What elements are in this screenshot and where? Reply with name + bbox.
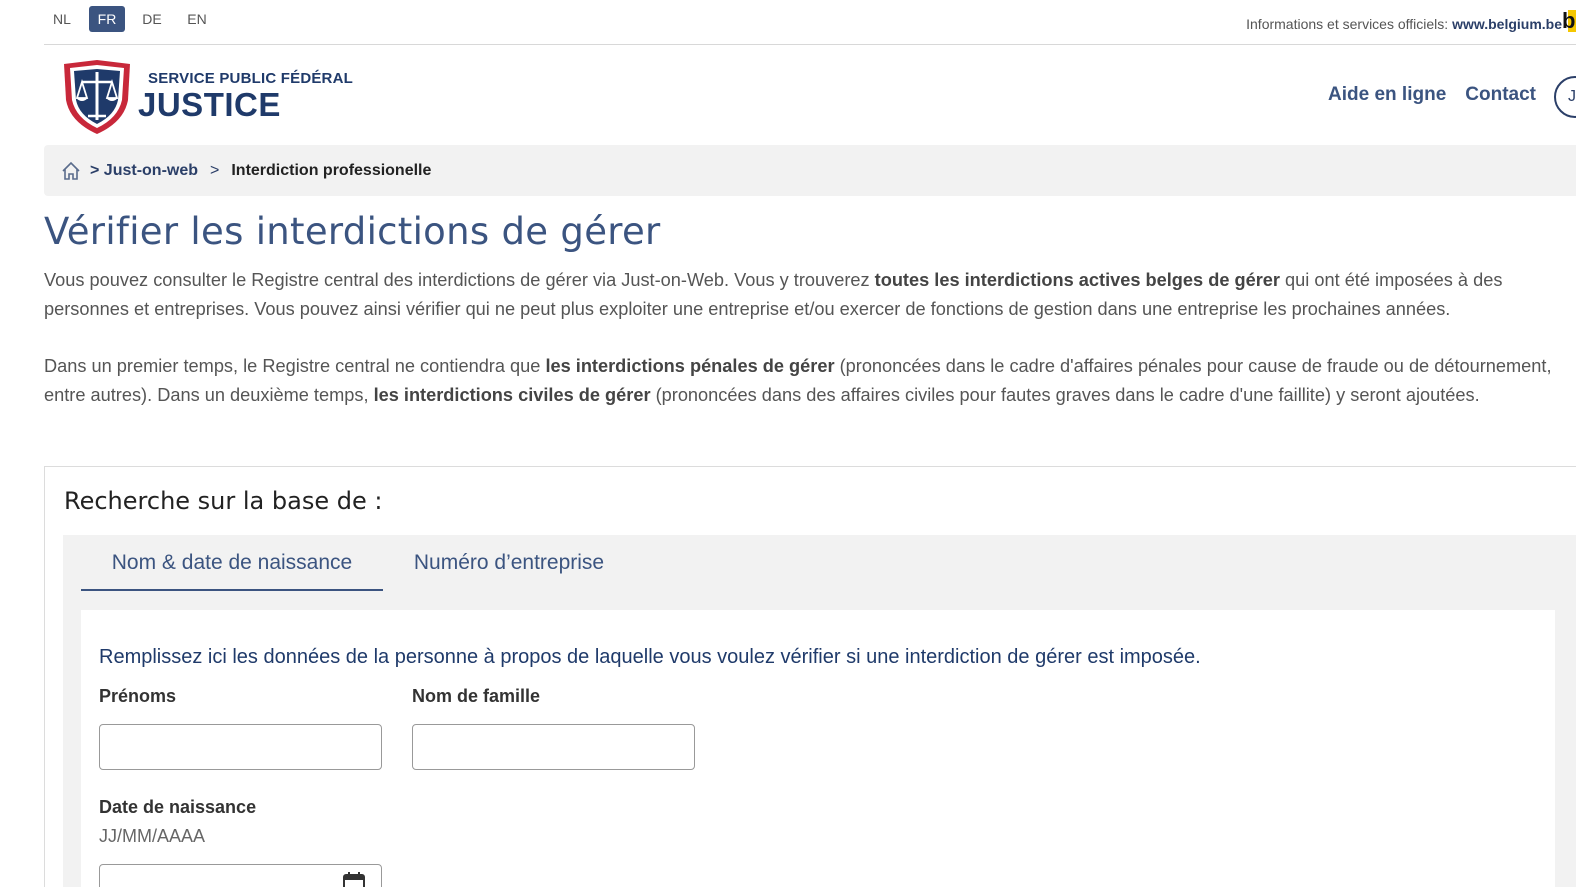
- form-instructions: Remplissez ici les données de la personn…: [99, 646, 1201, 668]
- search-tabs: Nom & date de naissance Numéro d’entrepr…: [63, 535, 1576, 887]
- site-header: SERVICE PUBLIC FÉDÉRAL JUSTICE Aide en l…: [60, 56, 1576, 140]
- header-nav: Aide en ligne Contact: [1328, 84, 1536, 106]
- belgium-logo-icon[interactable]: b: [1562, 8, 1576, 36]
- breadcrumb: > Just-on-web > Interdiction professione…: [44, 145, 1576, 196]
- search-heading: Recherche sur la base de :: [64, 487, 383, 515]
- birth-date-label: Date de naissance: [99, 797, 257, 817]
- tab-company-number[interactable]: Numéro d’entreprise: [393, 535, 625, 591]
- birth-date-input[interactable]: [99, 864, 382, 887]
- justice-shield-logo-icon[interactable]: [60, 58, 134, 136]
- breadcrumb-current: Interdiction professionelle: [231, 161, 432, 179]
- lang-en[interactable]: EN: [179, 6, 215, 32]
- home-icon[interactable]: [60, 160, 82, 182]
- lang-fr[interactable]: FR: [89, 6, 125, 32]
- search-section: Recherche sur la base de : Nom & date de…: [44, 466, 1576, 887]
- last-name-input[interactable]: [412, 724, 695, 770]
- search-form-panel: Remplissez ici les données de la personn…: [81, 610, 1555, 887]
- intro-text: Vous pouvez consulter le Registre centra…: [44, 266, 1576, 438]
- nav-help-link[interactable]: Aide en ligne: [1328, 84, 1446, 106]
- page-title: Vérifier les interdictions de gérer: [44, 210, 661, 253]
- belgium-link[interactable]: www.belgium.be: [1452, 16, 1562, 32]
- nav-contact-link[interactable]: Contact: [1465, 84, 1536, 106]
- brand-subtitle: SERVICE PUBLIC FÉDÉRAL: [148, 70, 353, 87]
- user-avatar-button[interactable]: J: [1554, 76, 1576, 118]
- intro-paragraph-1: Vous pouvez consulter le Registre centra…: [44, 270, 1503, 319]
- last-name-label: Nom de famille: [412, 686, 541, 706]
- lang-nl[interactable]: NL: [44, 6, 80, 32]
- breadcrumb-link-just-on-web[interactable]: > Just-on-web: [90, 162, 198, 180]
- tab-name-birthdate[interactable]: Nom & date de naissance: [81, 535, 383, 591]
- intro-paragraph-2: Dans un premier temps, le Registre centr…: [44, 356, 1552, 405]
- belgium-info-text: Informations et services officiels:: [1246, 16, 1449, 32]
- breadcrumb-separator: >: [210, 161, 220, 179]
- brand-title: JUSTICE: [138, 86, 281, 123]
- first-name-input[interactable]: [99, 724, 382, 770]
- belgium-info: Informations et services officiels: www.…: [1246, 16, 1562, 32]
- top-bar: NL FR DE EN Informations et services off…: [44, 0, 1576, 45]
- calendar-icon[interactable]: [343, 872, 365, 887]
- lang-de[interactable]: DE: [134, 6, 170, 32]
- first-name-label: Prénoms: [99, 686, 177, 706]
- birth-date-hint: JJ/MM/AAAA: [99, 826, 206, 846]
- language-switcher: NL FR DE EN: [44, 6, 224, 32]
